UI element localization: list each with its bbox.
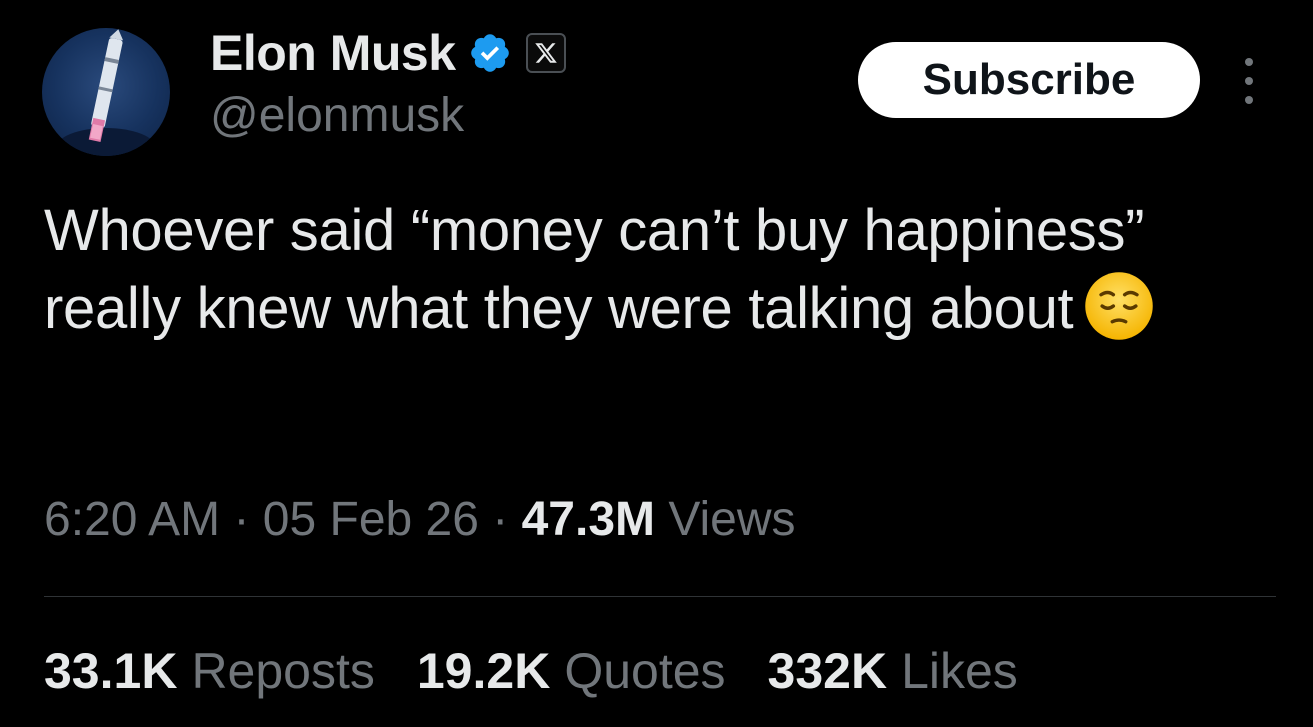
engagement-stats: 33.1K Reposts 19.2K Quotes 332K Likes (44, 642, 1060, 700)
tweet-body: Whoever said “money can’t buy happiness”… (44, 198, 1145, 341)
tweet-date[interactable]: 05 Feb 26 (263, 493, 479, 546)
pensive-face-emoji-icon (1083, 270, 1155, 342)
divider (44, 596, 1276, 597)
more-dot (1245, 96, 1253, 104)
verified-badge-icon[interactable] (468, 31, 512, 75)
avatar[interactable] (42, 28, 170, 156)
rocket-avatar-icon (56, 29, 156, 156)
tweet-text: Whoever said “money can’t buy happiness”… (44, 192, 1264, 348)
meta-separator: · (220, 493, 263, 546)
tweet-meta: 6:20 AM · 05 Feb 26 · 47.3M Views (44, 492, 796, 547)
reposts-stat[interactable]: 33.1K Reposts (44, 642, 375, 700)
likes-label: Likes (901, 643, 1018, 699)
reposts-count: 33.1K (44, 643, 178, 699)
more-dot (1245, 58, 1253, 66)
tweet-card: Elon Musk @elonmusk Subscribe Whoever sa… (0, 0, 1313, 727)
quotes-stat[interactable]: 19.2K Quotes (417, 642, 726, 700)
likes-stat[interactable]: 332K Likes (768, 642, 1018, 700)
quotes-label: Quotes (564, 643, 726, 699)
views-count[interactable]: 47.3M (522, 493, 655, 546)
meta-separator: · (478, 493, 522, 546)
quotes-count: 19.2K (416, 643, 551, 699)
more-vertical-icon[interactable] (1232, 58, 1266, 104)
reposts-label: Reposts (191, 643, 375, 699)
more-dot (1245, 77, 1253, 85)
views-label[interactable]: Views (655, 493, 795, 546)
subscribe-button[interactable]: Subscribe (858, 42, 1200, 118)
tweet-time[interactable]: 6:20 AM (44, 493, 220, 546)
x-logo-icon[interactable] (525, 33, 566, 73)
author-name-row: Elon Musk (210, 22, 566, 84)
likes-count: 332K (767, 643, 888, 699)
author-handle[interactable]: @elonmusk (210, 88, 464, 143)
display-name[interactable]: Elon Musk (210, 24, 456, 82)
